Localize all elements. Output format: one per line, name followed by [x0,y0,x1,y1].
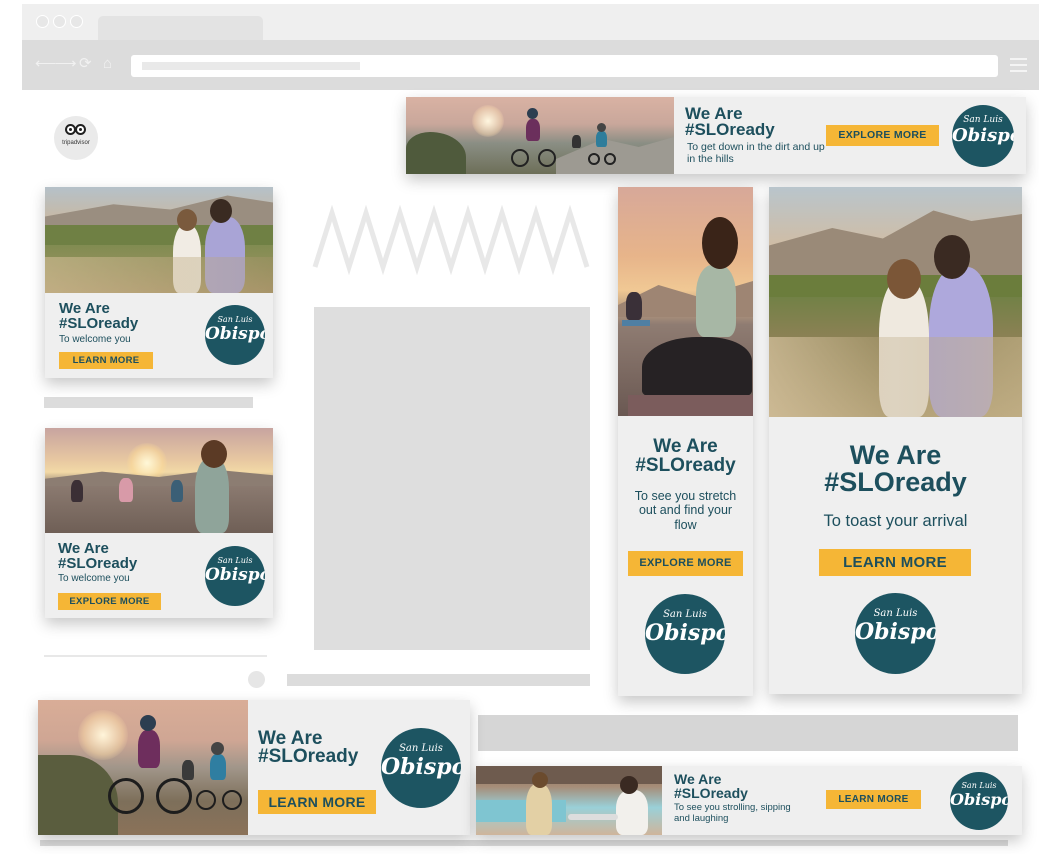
ad-hashtag: #SLOready [58,555,138,572]
hamburger-menu-icon[interactable] [1010,58,1027,76]
home-icon[interactable]: ⌂ [103,56,112,72]
yoga-group-photo [45,428,273,533]
ad-subtext: To get down in the dirt and up in the hi… [687,141,825,166]
text-line-placeholder [287,674,590,686]
ad-subtext: To see you strolling, sipping and laughi… [674,802,791,824]
learn-more-button[interactable]: LEARN MORE [819,549,971,576]
poolside-friends-photo [476,766,662,835]
san-luis-obispo-logo: San Luis Obispo [381,728,461,808]
skyscraper-ad-yoga[interactable]: We Are #SLOready To see you stretch out … [618,187,753,696]
banner-ad-bike[interactable]: We Are #SLOready LEARN MORE San Luis Obi… [38,700,470,835]
tripadvisor-logo[interactable]: tripadvisor [54,116,98,160]
ad-subtext: To welcome you [59,334,131,345]
ad-hashtag: #SLOready [59,315,139,332]
ad-hashtag: #SLOready [674,785,748,801]
owl-icon [65,124,87,136]
ad-subtext: To welcome you [58,573,130,584]
yoga-woman-photo [618,187,753,416]
back-icon[interactable]: ⟵ [35,56,57,72]
ad-hashtag: #SLOready [824,467,967,497]
ad-headline: We Are [849,440,942,470]
rectangle-ad-yoga[interactable]: We Are #SLOready To welcome you EXPLORE … [45,428,273,618]
footer-line-placeholder [40,840,1008,846]
bullet-placeholder [248,671,265,688]
image-placeholder [314,307,590,650]
browser-tab[interactable] [98,16,263,40]
forward-icon[interactable]: ⟶ [55,56,77,72]
bar-placeholder [478,715,1018,751]
explore-more-button[interactable]: EXPLORE MORE [58,593,161,610]
cyclists-trail-photo [38,700,248,835]
ad-headline: We Are [653,436,718,457]
address-bar-placeholder [142,62,360,70]
window-minimize-button[interactable] [53,15,66,28]
san-luis-obispo-logo: San Luis Obispo [205,305,265,365]
window-maximize-button[interactable] [70,15,83,28]
tripadvisor-wordmark: tripadvisor [62,140,90,146]
text-line-placeholder [44,397,253,408]
learn-more-button[interactable]: LEARN MORE [826,790,921,809]
learn-more-button[interactable]: LEARN MORE [59,352,153,369]
san-luis-obispo-logo: San Luis Obispo [952,105,1014,167]
san-luis-obispo-logo: San Luis Obispo [205,546,265,606]
ad-hashtag: #SLOready [635,455,736,476]
ad-subtext: To toast your arrival [823,512,968,530]
window-close-button[interactable] [36,15,49,28]
ad-hashtag: #SLOready [258,746,359,767]
cyclists-photo [406,97,674,174]
couple-vineyard-photo [769,187,1022,417]
refresh-icon[interactable]: ⟳ [79,56,92,72]
ad-headline: We Are [58,540,109,557]
zigzag-placeholder [312,205,590,275]
learn-more-button[interactable]: LEARN MORE [258,790,376,814]
rectangle-ad-wine[interactable]: We Are #SLOready To welcome you LEARN MO… [45,187,273,378]
san-luis-obispo-logo: San Luis Obispo [645,594,725,674]
explore-more-button[interactable]: EXPLORE MORE [628,551,743,576]
divider [44,655,267,657]
ad-headline: We Are [59,300,110,317]
ad-hashtag: #SLOready [685,120,775,139]
banner-ad-pool[interactable]: We Are #SLOready To see you strolling, s… [476,766,1022,835]
couple-wine-photo [45,187,273,293]
half-page-ad-wine[interactable]: We Are #SLOready To toast your arrival L… [769,187,1022,694]
san-luis-obispo-logo: San Luis Obispo [855,593,936,674]
san-luis-obispo-logo: San Luis Obispo [950,772,1008,830]
ad-subtext: To see you stretch out and find your flo… [634,489,737,532]
explore-more-button[interactable]: EXPLORE MORE [826,125,939,146]
leaderboard-ad-top[interactable]: We Are #SLOready To get down in the dirt… [406,97,1026,174]
